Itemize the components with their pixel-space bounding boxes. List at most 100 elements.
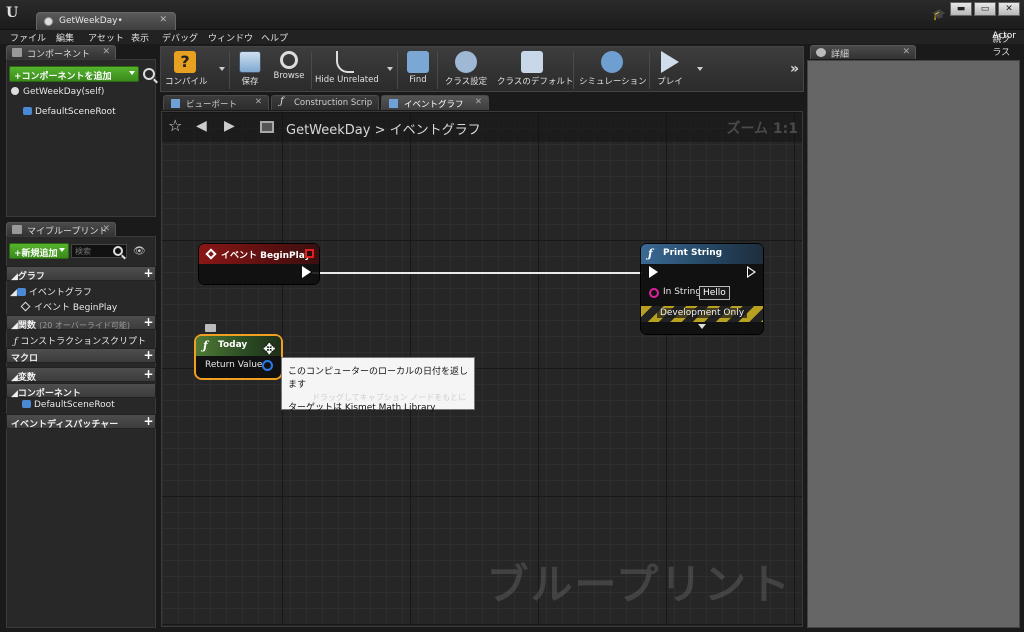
menu-view[interactable]: 表示	[131, 31, 149, 44]
add-dispatcher-button[interactable]: +	[143, 415, 154, 427]
return-value-pin[interactable]	[262, 360, 273, 371]
category-graphs[interactable]: ◢グラフ +	[6, 266, 156, 282]
component-item-default-scene-root[interactable]: DefaultSceneRoot	[23, 107, 116, 117]
category-macros[interactable]: マクロ +	[6, 348, 156, 364]
component-item-self[interactable]: GetWeekDay(self)	[11, 87, 104, 97]
document-tab-close-icon[interactable]: ✕	[159, 15, 167, 25]
my-blueprint-tab[interactable]: マイブループリント ✕	[6, 222, 116, 237]
graph-header: ☆ ◀ ▶ GetWeekDay > イベントグラフ ズーム 1:1	[162, 112, 802, 142]
components-tab-close-icon[interactable]: ✕	[102, 47, 110, 57]
back-arrow-icon[interactable]: ◀	[196, 118, 207, 134]
function-icon: ƒ	[203, 339, 208, 352]
expand-chevron-icon[interactable]	[698, 324, 706, 329]
favorite-star-icon[interactable]: ☆	[168, 116, 182, 135]
class-defaults-label: クラスのデフォルト	[497, 77, 574, 87]
play-icon	[661, 51, 679, 73]
chevron-down-icon	[59, 248, 65, 252]
find-button[interactable]: Find	[403, 49, 433, 91]
viewport-icon	[171, 99, 180, 108]
toolbar-separator	[397, 51, 398, 89]
menu-asset[interactable]: アセット	[88, 31, 124, 44]
simulation-label: シミュレーション	[579, 77, 647, 87]
tab-viewport-close-icon[interactable]: ✕	[255, 97, 262, 107]
magnifier-icon	[280, 51, 298, 69]
hide-unrelated-label: Hide Unrelated	[315, 75, 379, 85]
compile-icon: ?	[174, 51, 196, 73]
exec-wire[interactable]	[312, 272, 642, 274]
parent-class-label: 親クラス	[992, 35, 1011, 58]
tab-event-graph[interactable]: イベントグラフ ✕	[381, 95, 489, 110]
menu-window[interactable]: ウィンドウ	[208, 31, 253, 44]
browse-button[interactable]: Browse	[269, 49, 309, 91]
gear-icon	[455, 51, 477, 73]
class-defaults-button[interactable]: クラスのデフォルト	[497, 49, 573, 91]
menu-debug[interactable]: デバッグ	[162, 31, 198, 44]
print-string-exec-in-pin[interactable]	[649, 266, 658, 278]
add-variable-button[interactable]: +	[143, 368, 154, 380]
compile-label: コンパイル	[165, 77, 208, 87]
graph-item-event-graph[interactable]: ◢ イベントグラフ	[10, 285, 92, 298]
details-tab[interactable]: 詳細 ✕	[810, 45, 916, 60]
graduation-cap-icon[interactable]: 🎓	[932, 8, 946, 21]
node-event-begin-play[interactable]: イベント BeginPlay	[199, 244, 319, 284]
in-string-pin[interactable]	[649, 288, 659, 298]
graph-item-begin-play[interactable]: イベント BeginPlay	[20, 300, 117, 313]
document-tab[interactable]: GetWeekDay• ✕	[36, 12, 176, 30]
chevron-down-icon	[129, 71, 135, 75]
tab-construction-label: Construction Scrip	[294, 98, 373, 108]
delegate-pin[interactable]	[305, 249, 314, 258]
breadcrumb: GetWeekDay > イベントグラフ	[286, 119, 481, 138]
search-icon[interactable]	[113, 246, 123, 256]
hide-unrelated-button[interactable]: Hide Unrelated	[315, 49, 379, 91]
toolbar-separator	[229, 51, 230, 89]
binoculars-icon	[407, 51, 429, 73]
menu-edit[interactable]: 編集	[56, 31, 74, 44]
close-window-button[interactable]: ✕	[998, 2, 1020, 16]
category-functions[interactable]: ◢関数 (20 オーバーライド可能) +	[6, 315, 156, 331]
components-tab[interactable]: コンポーネント ✕	[6, 45, 116, 60]
comment-bubble-icon[interactable]	[205, 324, 216, 332]
menu-file[interactable]: ファイル	[10, 31, 46, 44]
graph-canvas[interactable]: ☆ ◀ ▶ GetWeekDay > イベントグラフ ズーム 1:1 ブループリ…	[161, 111, 803, 627]
save-button[interactable]: 保存	[235, 49, 265, 91]
category-event-dispatchers[interactable]: イベントディスパッチャー +	[6, 414, 156, 430]
node-print-string[interactable]: ƒ Print String In String Hello Developme…	[641, 244, 763, 334]
class-settings-button[interactable]: クラス設定	[443, 49, 489, 91]
tab-construction-script[interactable]: ƒ Construction Scrip	[271, 95, 379, 110]
play-button[interactable]: プレイ	[653, 49, 687, 91]
in-string-value-input[interactable]: Hello	[699, 286, 730, 300]
zoom-level: ズーム 1:1	[726, 121, 798, 137]
add-function-button[interactable]: +	[143, 316, 154, 328]
my-blueprint-tab-close-icon[interactable]: ✕	[102, 224, 110, 234]
details-panel	[807, 60, 1020, 628]
forward-arrow-icon[interactable]: ▶	[224, 118, 235, 134]
eye-icon[interactable]: 👁	[133, 246, 146, 257]
details-tab-close-icon[interactable]: ✕	[902, 47, 910, 57]
minimize-button[interactable]: ▬	[950, 2, 972, 16]
tab-viewport[interactable]: ビューポート ✕	[163, 95, 269, 110]
category-components[interactable]: ◢コンポーネント	[6, 383, 156, 399]
variable-item-default-scene-root[interactable]: DefaultSceneRoot	[22, 400, 115, 410]
compile-button[interactable]: ? コンパイル	[165, 49, 208, 91]
simulation-button[interactable]: シミュレーション	[579, 49, 647, 91]
maximize-button[interactable]: ▭	[974, 2, 996, 16]
breadcrumb-current: イベントグラフ	[389, 123, 481, 138]
my-blueprint-tab-icon	[12, 225, 22, 234]
breadcrumb-root[interactable]: GetWeekDay	[286, 123, 370, 138]
search-icon[interactable]	[143, 68, 155, 80]
add-new-button[interactable]: +新規追加	[9, 243, 69, 259]
add-component-button[interactable]: +コンポーネントを追加	[9, 66, 139, 82]
toolbar-overflow-button[interactable]: »	[790, 61, 799, 77]
begin-play-exec-out-pin[interactable]	[302, 266, 311, 278]
category-variables[interactable]: ◢変数 +	[6, 367, 156, 383]
print-string-exec-out-pin[interactable]	[747, 266, 756, 278]
compile-options-chevron-icon[interactable]	[219, 67, 225, 71]
add-graph-button[interactable]: +	[143, 267, 154, 279]
add-macro-button[interactable]: +	[143, 349, 154, 361]
hide-unrelated-chevron-icon[interactable]	[387, 67, 393, 71]
begin-play-title: イベント BeginPlay	[221, 251, 311, 261]
tab-event-graph-close-icon[interactable]: ✕	[475, 97, 482, 107]
menu-help[interactable]: ヘルプ	[261, 31, 288, 44]
function-item-construction-script[interactable]: ƒ コンストラクションスクリプト	[14, 334, 146, 347]
play-options-chevron-icon[interactable]	[697, 67, 703, 71]
